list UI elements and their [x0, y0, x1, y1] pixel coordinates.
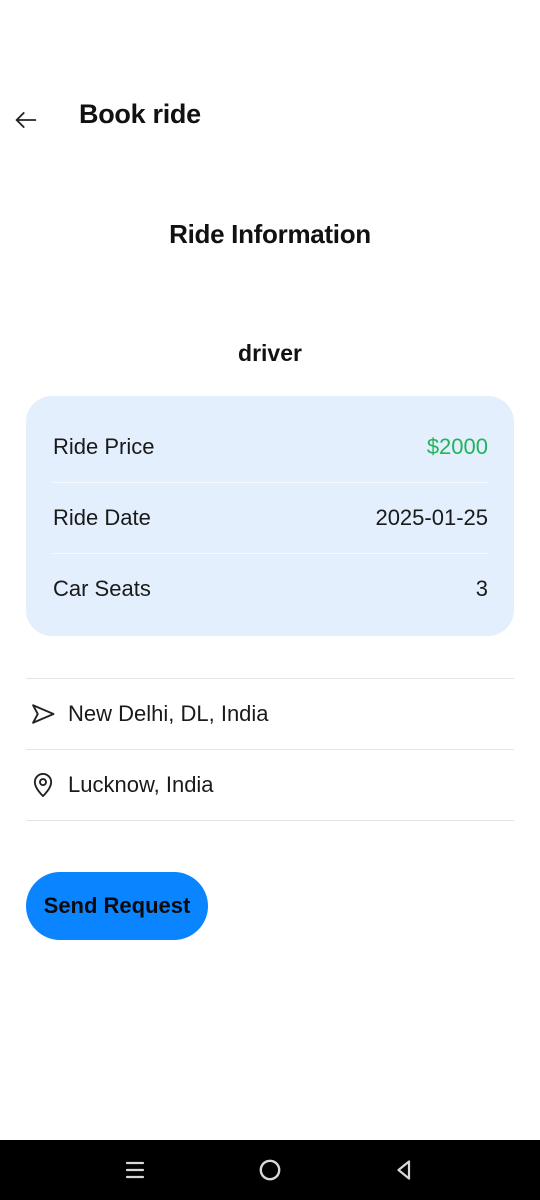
system-nav-bar	[0, 1140, 540, 1200]
ride-price-value: $2000	[426, 434, 488, 459]
car-seats-label: Car Seats	[53, 576, 151, 601]
car-seats-row: Car Seats 3	[53, 553, 488, 624]
pickup-location: New Delhi, DL, India	[26, 679, 514, 750]
back-button[interactable]	[8, 102, 44, 138]
circle-home-icon	[259, 1159, 281, 1181]
menu-lines-icon	[125, 1161, 145, 1179]
car-seats-value: 3	[475, 576, 488, 601]
location-list: New Delhi, DL, India Lucknow, India	[26, 678, 514, 821]
ride-date-label: Ride Date	[53, 505, 151, 530]
ride-price-label: Ride Price	[53, 434, 155, 459]
ride-date-value: 2025-01-25	[375, 505, 488, 530]
recents-button[interactable]	[117, 1152, 153, 1188]
ride-date-row: Ride Date 2025-01-25	[53, 482, 488, 553]
ride-info-card: Ride Price $2000 Ride Date 2025-01-25 Ca…	[26, 396, 514, 636]
driver-name: driver	[238, 340, 302, 366]
app-header: Book ride	[0, 88, 540, 148]
dropoff-location-text: Lucknow, India	[68, 772, 214, 797]
send-request-button[interactable]: Send Request	[26, 872, 208, 940]
ride-price-row: Ride Price $2000	[53, 412, 488, 482]
section-title: Ride Information	[169, 219, 371, 249]
system-back-button[interactable]	[386, 1152, 422, 1188]
arrow-left-icon	[15, 112, 37, 128]
dropoff-location: Lucknow, India	[26, 750, 514, 821]
map-pin-icon	[27, 769, 59, 801]
page-title: Book ride	[79, 99, 201, 129]
triangle-back-icon	[397, 1160, 411, 1180]
pickup-location-text: New Delhi, DL, India	[68, 701, 269, 726]
navigation-arrow-icon	[27, 698, 59, 730]
home-button[interactable]	[252, 1152, 288, 1188]
